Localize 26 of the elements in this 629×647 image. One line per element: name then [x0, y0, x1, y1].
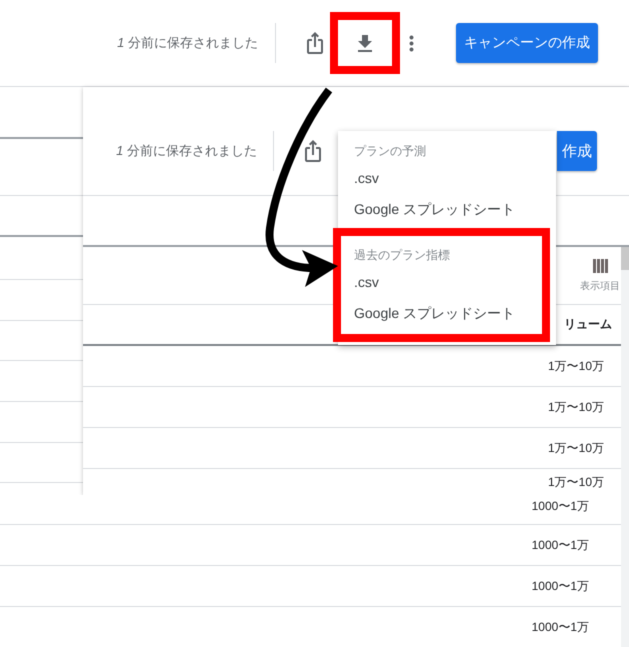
- menu-heading: 過去のプラン指標: [354, 247, 451, 264]
- scrollbar-thumb[interactable]: [621, 247, 629, 270]
- save-status: 1 分前に保存されました: [116, 142, 257, 160]
- share-icon: [307, 32, 323, 54]
- table-cell: 1万〜10万: [548, 399, 604, 415]
- more-icon: [409, 34, 414, 52]
- save-status: 1 分前に保存されました: [117, 34, 258, 52]
- table-cell: 1000〜1万: [532, 619, 589, 635]
- menu-item[interactable]: Google スプレッドシート: [354, 194, 542, 225]
- table-cell: 1000〜1万: [532, 537, 589, 553]
- columns-icon: [592, 259, 608, 273]
- table-cell: 1000〜1万: [532, 498, 589, 514]
- table-cell: 1万〜10万: [548, 440, 604, 456]
- table-cell: 1万〜10万: [548, 358, 604, 374]
- menu-item[interactable]: .csv: [354, 267, 542, 298]
- column-header: リューム: [564, 316, 612, 333]
- create-campaign-button[interactable]: キャンペーンの作成: [456, 23, 598, 63]
- menu-item[interactable]: .csv: [354, 163, 542, 194]
- create-button[interactable]: 作成: [557, 131, 597, 171]
- share-icon: [305, 140, 321, 162]
- table-cell: 1万〜10万: [548, 474, 604, 490]
- menu-heading: プランの予測: [354, 143, 427, 160]
- download-icon: [358, 34, 372, 52]
- column-picker-button[interactable]: 表示項目: [580, 259, 620, 293]
- menu-item[interactable]: Google スプレッドシート: [354, 298, 542, 329]
- table-cell: 1000〜1万: [532, 578, 589, 594]
